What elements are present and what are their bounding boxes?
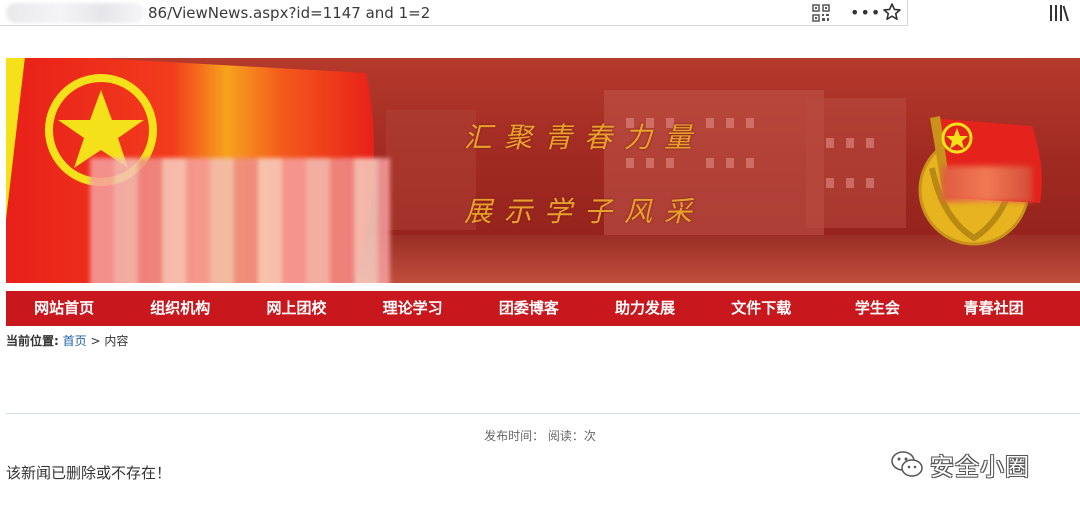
- nav-item-youth-clubs[interactable]: 青春社团: [936, 291, 1052, 326]
- wechat-icon: [891, 451, 923, 477]
- nav-item-league-blog[interactable]: 团委博客: [471, 291, 587, 326]
- background-building: [806, 98, 906, 228]
- more-dots-icon[interactable]: •••: [850, 3, 881, 22]
- nav-item-downloads[interactable]: 文件下载: [703, 291, 819, 326]
- breadcrumb-separator: >: [90, 334, 101, 348]
- url-text[interactable]: 86/ViewNews.aspx?id=1147 and 1=2: [148, 3, 430, 23]
- nav-item-development[interactable]: 助力发展: [587, 291, 703, 326]
- article-meta: 发布时间： 阅读：次: [484, 429, 596, 443]
- breadcrumb: 当前位置: 首页 > 内容: [6, 332, 128, 350]
- banner-slogan-line1: 汇聚青春力量: [464, 121, 705, 154]
- library-icon[interactable]: [1048, 3, 1070, 23]
- banner-slogan-line2: 展示学子风采: [464, 195, 705, 228]
- url-host-redacted: [6, 3, 144, 23]
- nav-item-home[interactable]: 网站首页: [6, 291, 122, 326]
- breadcrumb-current: 内容: [104, 334, 129, 348]
- watermark-text: 安全小圈: [930, 452, 1030, 481]
- nav-item-online-school[interactable]: 网上团校: [238, 291, 354, 326]
- redacted-emblem-text: [942, 166, 1032, 202]
- address-bar[interactable]: 86/ViewNews.aspx?id=1147 and 1=2 •••: [0, 0, 908, 26]
- breadcrumb-label: 当前位置:: [6, 334, 59, 348]
- nav-item-theory-study[interactable]: 理论学习: [355, 291, 471, 326]
- nav-item-organization[interactable]: 组织机构: [122, 291, 238, 326]
- redacted-logo-text: [90, 158, 390, 283]
- breadcrumb-home-link[interactable]: 首页: [63, 334, 87, 348]
- browser-toolbar: 86/ViewNews.aspx?id=1147 and 1=2 •••: [0, 0, 1080, 26]
- header-banner: 汇聚青春力量 展示学子风采: [6, 58, 1080, 283]
- qr-code-icon[interactable]: [812, 4, 830, 22]
- article-message: 该新闻已删除或不存在！: [6, 464, 172, 482]
- watermark: 安全小圈: [890, 448, 1030, 481]
- content-divider: [6, 413, 1080, 414]
- nav-item-student-union[interactable]: 学生会: [819, 291, 935, 326]
- bookmark-star-icon[interactable]: [882, 1, 902, 23]
- main-nav: 网站首页 组织机构 网上团校 理论学习 团委博客 助力发展 文件下载 学生会 青…: [6, 291, 1080, 326]
